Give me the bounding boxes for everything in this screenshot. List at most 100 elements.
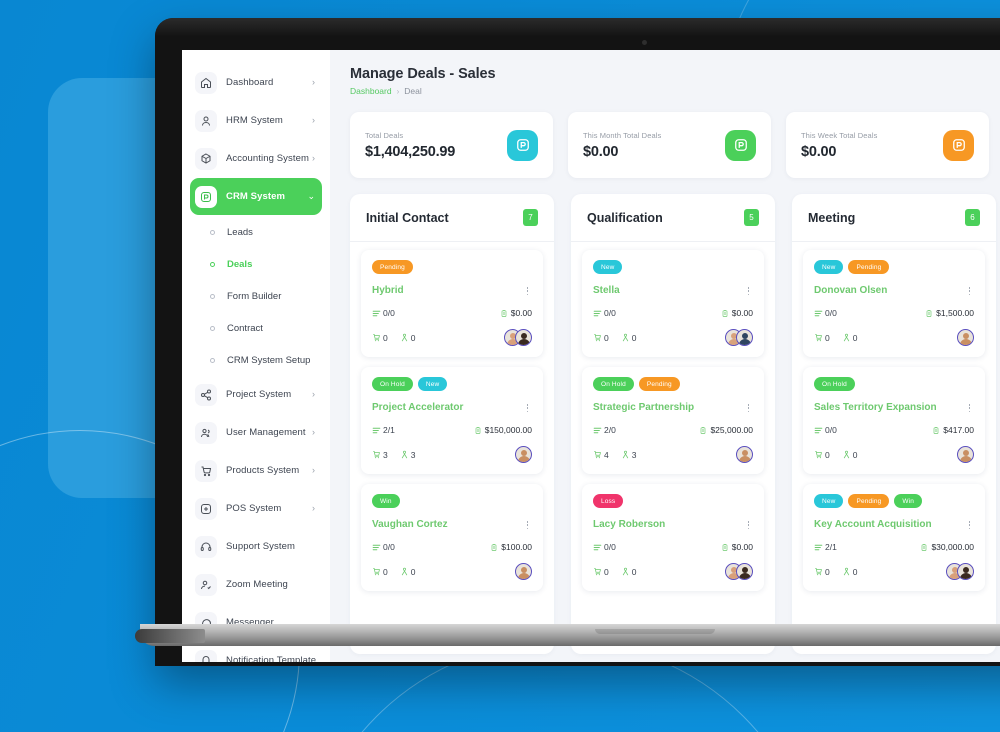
assignee-avatars	[504, 329, 532, 346]
deal-title-row: Sales Territory Expansion	[814, 402, 974, 414]
breadcrumb-dashboard-link[interactable]: Dashboard	[350, 86, 392, 96]
sidebar-subitem-deals[interactable]: Deals	[182, 248, 330, 280]
task-count-value: 0/0	[604, 542, 616, 552]
page-title: Manage Deals - Sales	[350, 66, 496, 82]
stat-value: $0.00	[801, 143, 837, 160]
user-count: 0	[621, 567, 636, 577]
tag-list: Pending	[372, 260, 532, 274]
more-options-icon[interactable]	[965, 285, 974, 296]
status-badge: Win	[894, 494, 923, 508]
assignee-avatars	[515, 563, 532, 580]
assignee-avatars	[725, 329, 753, 346]
product-count: 3	[372, 450, 388, 460]
deal-icon	[943, 129, 974, 161]
deal-card[interactable]: Loss Lacy Roberson 0/0 $0.00 0 0	[582, 484, 764, 591]
deal-title[interactable]: Hybrid	[372, 285, 410, 297]
task-count-value: 0/0	[604, 308, 616, 318]
sidebar-item-project-system[interactable]: Project System ›	[190, 376, 322, 413]
deal-card[interactable]: Win Vaughan Cortez 0/0 $100.00 0 0	[361, 484, 543, 591]
sidebar-item-label: Support System	[226, 541, 295, 552]
deal-counters: 00	[814, 567, 857, 577]
deal-counters: 00	[593, 567, 636, 577]
deal-card[interactable]: Pending Hybrid 0/0 $0.00 0 0	[361, 250, 543, 357]
deal-card[interactable]: New Pending Donovan Olsen 0/0 $1,500.00 0 0	[803, 250, 985, 357]
deal-counters: 00	[593, 333, 636, 343]
kanban-column[interactable]: Qualification 5 New Stella 0/0 $0.00 0 0 On Hold…	[571, 194, 775, 654]
chevron-icon: ›	[312, 427, 315, 437]
column-header: Qualification 5	[571, 194, 775, 242]
task-count-value: 0/0	[825, 425, 837, 435]
product-count: 0	[593, 567, 609, 577]
sidebar-subitem-crm-system-setup[interactable]: CRM System Setup	[182, 344, 330, 376]
bullet-icon	[210, 357, 215, 363]
sidebar-item-hrm-system[interactable]: HRM System ›	[190, 102, 322, 139]
more-options-icon[interactable]	[523, 519, 532, 530]
sidebar-subitem-form-builder[interactable]: Form Builder	[182, 280, 330, 312]
sidebar-item-label: POS System	[226, 503, 282, 514]
deal-title[interactable]: Project Accelerator	[372, 402, 469, 414]
column-title: Meeting	[808, 210, 856, 225]
deal-card[interactable]: On Hold Sales Territory Expansion 0/0 $417.…	[803, 367, 985, 474]
deal-card[interactable]: New Stella 0/0 $0.00 0 0	[582, 250, 764, 357]
sidebar-item-pos-system[interactable]: POS System ›	[190, 490, 322, 527]
sidebar-item-zoom-meeting[interactable]: Zoom Meeting	[190, 566, 322, 603]
deal-title[interactable]: Donovan Olsen	[814, 285, 893, 297]
sidebar-item-dashboard[interactable]: Dashboard ›	[190, 64, 322, 101]
deal-title[interactable]: Sales Territory Expansion	[814, 402, 943, 414]
product-count-value: 3	[383, 449, 388, 460]
sidebar-subitem-leads[interactable]: Leads	[182, 216, 330, 248]
deal-price-value: $30,000.00	[931, 542, 974, 552]
more-options-icon[interactable]	[965, 402, 974, 413]
product-count-value: 0	[825, 566, 830, 577]
sidebar-item-accounting-system[interactable]: Accounting System ›	[190, 140, 322, 177]
tag-list: On Hold	[814, 377, 974, 391]
deal-price-value: $150,000.00	[484, 425, 532, 435]
sidebar-subitem-contract[interactable]: Contract	[182, 312, 330, 344]
more-options-icon[interactable]	[965, 519, 974, 530]
deal-card[interactable]: On Hold Pending Strategic Partnership 2/0 $2…	[582, 367, 764, 474]
task-count: 0/0	[814, 308, 837, 318]
deal-price: $150,000.00	[474, 425, 532, 435]
more-options-icon[interactable]	[523, 402, 532, 413]
deal-title[interactable]: Key Account Acquisition	[814, 519, 938, 531]
sidebar-item-products-system[interactable]: Products System ›	[190, 452, 322, 489]
avatar	[957, 446, 974, 463]
deal-title[interactable]: Vaughan Cortez	[372, 519, 454, 531]
stat-card: Total Deals $1,404,250.99	[350, 112, 553, 178]
kanban-board[interactable]: Initial Contact 7 Pending Hybrid 0/0 $0.00 0 0 O…	[350, 194, 1000, 654]
chevron-icon: ›	[312, 77, 315, 87]
deal-card[interactable]: New Pending Win Key Account Acquisition 2/1 $…	[803, 484, 985, 591]
sidebar-item-user-management[interactable]: User Management ›	[190, 414, 322, 451]
laptop-base-edge	[135, 629, 205, 643]
deal-meta-top: 0/0 $417.00	[814, 425, 974, 435]
sidebar-item-crm-system[interactable]: CRM System ⌄	[190, 178, 322, 215]
deal-title[interactable]: Strategic Partnership	[593, 402, 700, 414]
deal-meta-bottom: 00	[814, 329, 974, 346]
more-options-icon[interactable]	[523, 285, 532, 296]
deal-title[interactable]: Lacy Roberson	[593, 519, 671, 531]
sidebar-item-label: Zoom Meeting	[226, 579, 288, 590]
deal-icon	[507, 129, 538, 161]
user-count-value: 0	[410, 566, 416, 577]
stat-label: This Week Total Deals	[801, 130, 878, 140]
chevron-icon: ›	[312, 503, 315, 513]
sidebar-item-support-system[interactable]: Support System	[190, 528, 322, 565]
more-options-icon[interactable]	[744, 402, 753, 413]
task-count: 2/0	[593, 425, 616, 435]
sidebar[interactable]: Dashboard › HRM System › Accounting System › C…	[182, 50, 330, 662]
more-options-icon[interactable]	[744, 285, 753, 296]
column-header: Initial Contact 7	[350, 194, 554, 242]
kanban-column[interactable]: Meeting 6 New Pending Donovan Olsen 0/0 $1,500…	[792, 194, 996, 654]
deal-title[interactable]: Stella	[593, 285, 626, 297]
user-count-value: 3	[410, 449, 416, 460]
chevron-icon: ›	[312, 465, 315, 475]
deal-title-row: Donovan Olsen	[814, 285, 974, 297]
deal-card[interactable]: On Hold New Project Accelerator 2/1 $150,000…	[361, 367, 543, 474]
user-check-icon	[195, 573, 217, 596]
more-options-icon[interactable]	[744, 519, 753, 530]
home-icon	[195, 71, 217, 94]
avatar	[957, 563, 974, 580]
kanban-column[interactable]: Initial Contact 7 Pending Hybrid 0/0 $0.00 0 0 O…	[350, 194, 554, 654]
task-count-value: 0/0	[383, 308, 395, 318]
product-count-value: 0	[604, 332, 609, 343]
